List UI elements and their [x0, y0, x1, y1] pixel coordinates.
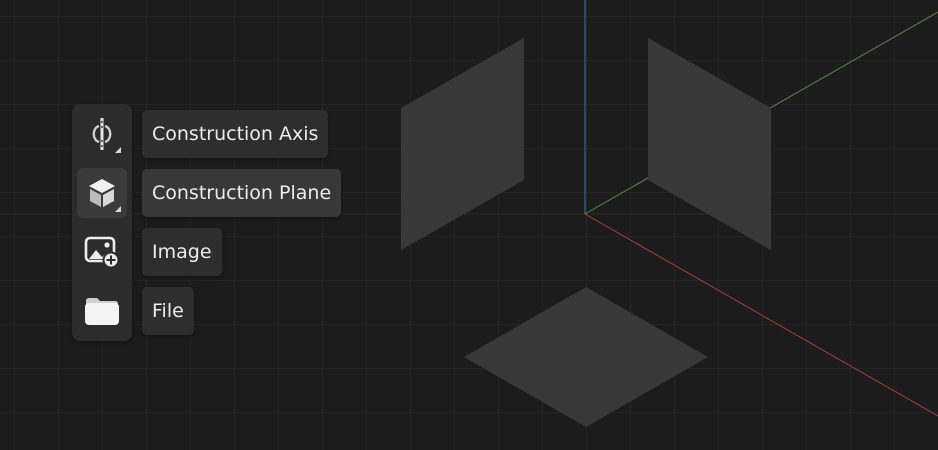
construction-plane-button[interactable]	[77, 168, 127, 218]
submenu-indicator-icon	[115, 206, 121, 212]
yz-plane[interactable]	[401, 38, 524, 250]
xy-plane[interactable]	[464, 287, 708, 427]
add-image-icon	[84, 236, 120, 268]
construction-axis-button[interactable]	[77, 109, 127, 159]
construction-axis-icon	[92, 118, 112, 150]
construction-plane-icon	[89, 179, 115, 207]
image-label[interactable]: Image	[142, 228, 222, 276]
file-button[interactable]	[77, 286, 127, 336]
construction-axis-label[interactable]: Construction Axis	[142, 110, 329, 158]
construction-plane-label[interactable]: Construction Plane	[142, 169, 342, 217]
file-label[interactable]: File	[142, 287, 194, 335]
image-button[interactable]	[77, 227, 127, 277]
xz-plane[interactable]	[648, 38, 771, 250]
submenu-indicator-icon	[115, 147, 121, 153]
3d-viewport[interactable]: Construction Axis Construction Plane Ima…	[0, 0, 938, 450]
insert-toolbar	[72, 104, 132, 341]
folder-icon	[85, 298, 119, 325]
scene-canvas	[0, 0, 938, 427]
